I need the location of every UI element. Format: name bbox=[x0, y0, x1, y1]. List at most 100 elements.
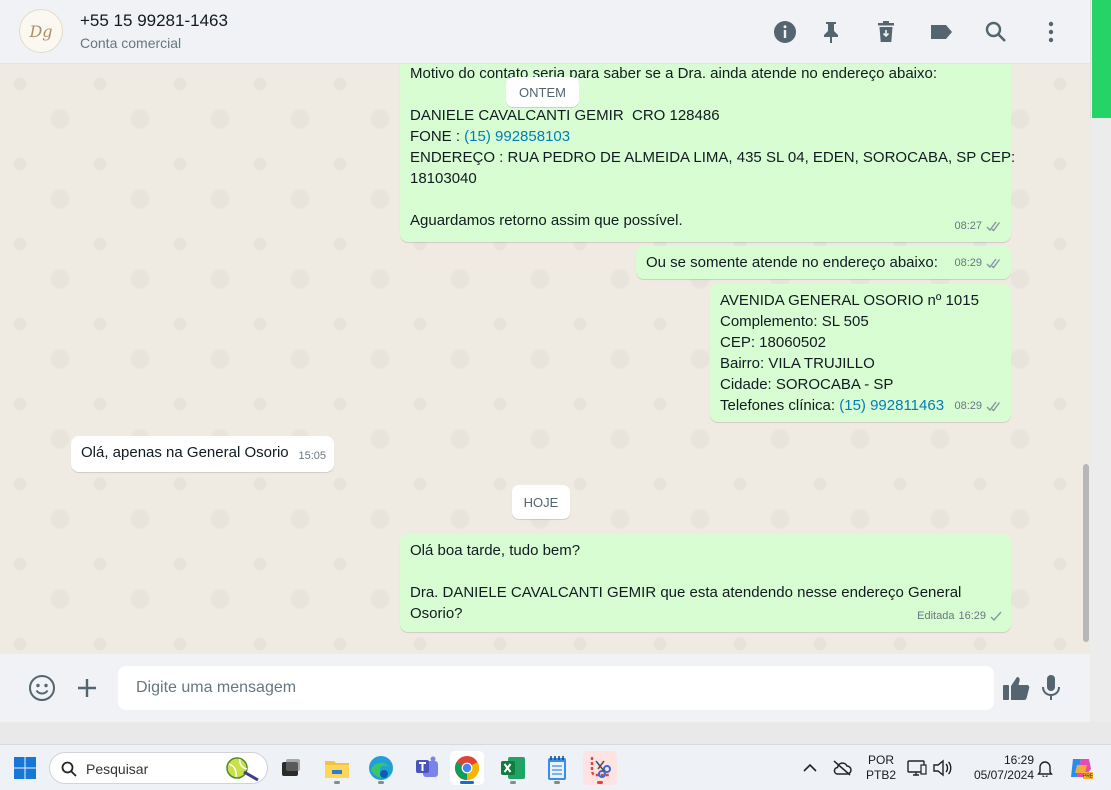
message-text: Osorio? bbox=[410, 605, 463, 622]
message-text: Dra. DANIELE CAVALCANTI GEMIR que esta a… bbox=[410, 584, 962, 601]
active-indicator bbox=[460, 781, 474, 784]
notification-bell-icon[interactable] bbox=[1032, 751, 1058, 785]
message-text: Bairro: VILA TRUJILLO bbox=[720, 355, 875, 372]
language-indicator[interactable]: POR PTB2 bbox=[862, 753, 900, 783]
language-code: POR bbox=[867, 753, 894, 767]
page-scrollbar-rail bbox=[1090, 118, 1111, 722]
file-explorer-icon[interactable] bbox=[320, 751, 354, 785]
notepad-icon[interactable] bbox=[540, 751, 574, 785]
phone-link[interactable]: (15) 992811463 bbox=[839, 397, 944, 414]
windows-taskbar: Pesquisar POR PTB2 16:29 05/07/2024 PRE bbox=[0, 744, 1111, 790]
contact-subtitle: Conta comercial bbox=[80, 35, 182, 51]
clock-date: 05/07/2024 bbox=[973, 768, 1034, 782]
teams-icon[interactable] bbox=[410, 751, 444, 785]
clock[interactable]: 16:29 05/07/2024 bbox=[962, 753, 1034, 783]
chat-header: Dg +55 15 99281-1463 Conta comercial bbox=[0, 0, 1090, 64]
double-check-icon bbox=[986, 401, 1001, 412]
chat-area[interactable]: Motivo do contato seria para saber se a … bbox=[0, 64, 1090, 654]
message-input[interactable] bbox=[118, 666, 994, 710]
microphone-icon[interactable] bbox=[1035, 672, 1067, 704]
running-indicator bbox=[510, 781, 516, 784]
clock-time: 16:29 bbox=[1003, 753, 1034, 767]
message-text: Ou se somente atende no endereço abaixo: bbox=[646, 254, 938, 271]
message-outgoing[interactable]: AVENIDA GENERAL OSORIO nº 1015 Complemen… bbox=[710, 284, 1011, 422]
message-text: 18103040 bbox=[410, 170, 477, 187]
message-time: 08:29 bbox=[954, 257, 982, 269]
message-meta: 15:05 bbox=[298, 446, 326, 467]
message-text: Telefones clínica: bbox=[720, 397, 840, 414]
message-time: 08:29 bbox=[954, 400, 982, 412]
avatar[interactable]: Dg bbox=[19, 9, 63, 53]
message-text: Cidade: SOROCABA - SP bbox=[720, 376, 894, 393]
date-separator: ONTEM bbox=[506, 77, 579, 107]
emoji-icon[interactable] bbox=[26, 672, 58, 704]
pin-icon[interactable] bbox=[817, 18, 845, 46]
message-text: Olá boa tarde, tudo bem? bbox=[410, 542, 581, 559]
excel-icon[interactable] bbox=[496, 751, 530, 785]
windows-start-icon[interactable] bbox=[8, 751, 42, 785]
search-placeholder: Pesquisar bbox=[86, 761, 149, 777]
message-outgoing[interactable]: Ou se somente atende no endereço abaixo:… bbox=[636, 246, 1011, 279]
message-text: FONE : bbox=[410, 128, 465, 145]
message-text: Motivo do contato seria para saber se a … bbox=[410, 65, 938, 82]
running-indicator bbox=[597, 781, 603, 784]
label-icon[interactable] bbox=[927, 18, 955, 46]
date-separator: HOJE bbox=[512, 485, 570, 519]
running-indicator bbox=[378, 781, 384, 784]
svg-text:PRE: PRE bbox=[1083, 774, 1094, 780]
keyboard-layout: PTB2 bbox=[865, 768, 896, 782]
double-check-icon bbox=[986, 258, 1001, 269]
attach-plus-icon[interactable] bbox=[71, 672, 103, 704]
message-meta: 08:29 bbox=[954, 253, 1003, 274]
contact-name[interactable]: +55 15 99281-1463 bbox=[80, 11, 228, 31]
running-indicator bbox=[334, 781, 340, 784]
volume-icon[interactable] bbox=[929, 751, 955, 785]
menu-icon[interactable] bbox=[1037, 18, 1065, 46]
message-text: CEP: 18060502 bbox=[720, 334, 826, 351]
message-incoming[interactable]: Olá, apenas na General Osorio 15:05 bbox=[71, 436, 334, 472]
message-time: 15:05 bbox=[298, 450, 326, 462]
info-icon[interactable] bbox=[771, 18, 799, 46]
message-outgoing[interactable]: Olá boa tarde, tudo bem? Dra. DANIELE CA… bbox=[400, 534, 1011, 632]
date-label: ONTEM bbox=[519, 84, 566, 100]
edge-icon[interactable] bbox=[364, 751, 398, 785]
message-time: 16:29 bbox=[958, 610, 986, 622]
page-scrollbar-thumb[interactable] bbox=[1092, 0, 1111, 118]
chevron-up-icon[interactable] bbox=[796, 751, 824, 785]
message-outgoing[interactable]: Motivo do contato seria para saber se a … bbox=[400, 64, 1016, 242]
date-label: HOJE bbox=[523, 494, 559, 510]
single-check-icon bbox=[990, 611, 1002, 622]
snipping-tool-icon[interactable] bbox=[583, 751, 617, 785]
message-text: AVENIDA GENERAL OSORIO nº 1015 bbox=[720, 292, 979, 309]
message-meta: 08:27 bbox=[954, 216, 1003, 237]
message-text: ENDEREÇO : RUA PEDRO DE ALMEIDA LIMA, 43… bbox=[410, 149, 1016, 166]
avatar-monogram: Dg bbox=[29, 21, 53, 41]
thumbs-up-icon[interactable] bbox=[1000, 672, 1032, 704]
delete-icon[interactable] bbox=[872, 18, 900, 46]
message-time: 08:27 bbox=[954, 220, 982, 232]
message-text: DANIELE CAVALCANTI GEMIR CRO 128486 bbox=[410, 107, 720, 124]
copilot-icon[interactable]: PRE bbox=[1064, 751, 1098, 785]
network-icon[interactable] bbox=[904, 751, 930, 785]
search-icon bbox=[61, 761, 77, 777]
taskbar-search[interactable]: Pesquisar bbox=[49, 752, 268, 784]
search-icon[interactable] bbox=[982, 18, 1010, 46]
cloud-offline-icon[interactable] bbox=[828, 751, 856, 785]
edited-label: Editada bbox=[917, 610, 955, 622]
chat-scrollbar-thumb[interactable] bbox=[1083, 464, 1089, 642]
chrome-icon[interactable] bbox=[450, 751, 484, 785]
message-text: Complemento: SL 505 bbox=[720, 313, 869, 330]
task-view-icon[interactable] bbox=[274, 751, 308, 785]
phone-link[interactable]: (15) 992858103 bbox=[464, 128, 570, 145]
tennis-ball-icon bbox=[226, 757, 259, 782]
message-composer bbox=[0, 654, 1090, 722]
running-indicator bbox=[554, 781, 560, 784]
message-text: Olá, apenas na General Osorio bbox=[81, 444, 289, 461]
message-text: Aguardamos retorno assim que possível. bbox=[410, 212, 683, 229]
double-check-icon bbox=[986, 221, 1001, 232]
message-text-line: FONE : (15) 992858103 bbox=[410, 126, 1001, 147]
message-meta: Editada 16:29 bbox=[917, 606, 1003, 627]
